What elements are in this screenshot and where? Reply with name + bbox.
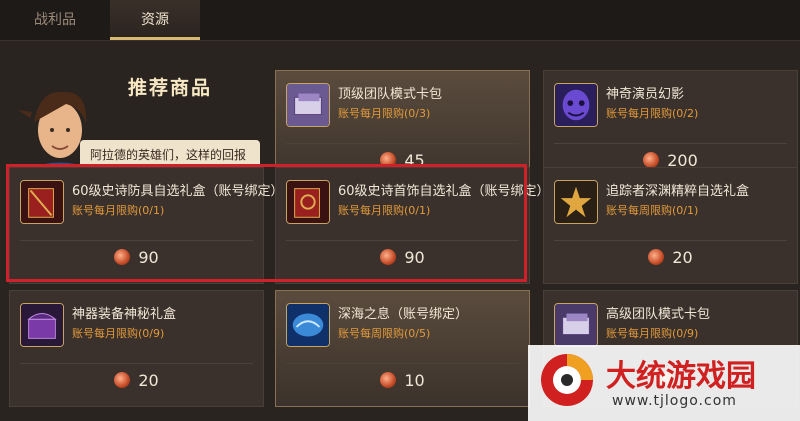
product-card[interactable]: 神器装备神秘礼盒 账号每月限购(0/9) 20 (9, 290, 264, 407)
watermark-title: 大统游戏园 (606, 359, 756, 394)
jewelry-giftbox-icon (286, 180, 330, 224)
divider (20, 363, 253, 364)
price-value: 90 (404, 248, 425, 267)
product-name: 顶级团队模式卡包 (338, 87, 443, 102)
card-pack-icon (554, 303, 598, 347)
purchase-limit: 账号每月限购(0/1) (72, 204, 165, 217)
product-card[interactable]: 60级史诗首饰自选礼盒（账号绑定） 账号每月限购(0/1) 90 (275, 167, 550, 284)
product-name: 60级史诗首饰自选礼盒（账号绑定） (338, 184, 550, 199)
tab-resources[interactable]: 资源 (110, 0, 200, 40)
product-name: 神器装备神秘礼盒 (72, 307, 177, 322)
price-value: 10 (404, 371, 425, 390)
divider (20, 240, 253, 241)
price: 20 (544, 248, 797, 278)
product-card[interactable]: 深海之息（账号绑定） 账号每周限购(0/5) 10 (275, 290, 530, 407)
price: 10 (276, 371, 529, 401)
purchase-limit: 账号每月限购(0/2) (606, 107, 699, 120)
armor-giftbox-icon (20, 180, 64, 224)
phantom-mask-icon (554, 83, 598, 127)
card-pack-icon (286, 83, 330, 127)
coin-icon (380, 152, 397, 168)
price-value: 90 (138, 248, 159, 267)
coin-icon (380, 249, 397, 265)
coin-icon (114, 249, 131, 265)
site-watermark: 大统游戏园 www.tjlogo.com (528, 345, 800, 421)
divider (286, 143, 519, 144)
coin-icon (114, 372, 131, 388)
price: 90 (10, 248, 263, 278)
purchase-limit: 账号每月限购(0/1) (338, 204, 431, 217)
coin-icon (643, 152, 660, 168)
purchase-limit: 账号每周限购(0/5) (338, 327, 431, 340)
mystery-chest-icon (20, 303, 64, 347)
divider (554, 240, 787, 241)
product-name: 神奇演员幻影 (606, 87, 685, 102)
product-name: 深海之息（账号绑定） (338, 307, 469, 322)
price-value: 20 (138, 371, 159, 390)
recommend-panel: 推荐商品 阿拉德的英雄们，这样的回报还满意吗？ (0, 40, 265, 210)
tab-bar: 战利品 资源 (0, 0, 800, 41)
abyss-essence-icon (554, 180, 598, 224)
price: 20 (10, 371, 263, 401)
product-name: 高级团队模式卡包 (606, 307, 711, 322)
coin-icon (648, 249, 665, 265)
tab-loot[interactable]: 战利品 (0, 0, 110, 40)
product-name: 60级史诗防具自选礼盒（账号绑定） (72, 184, 284, 199)
deep-sea-ticket-icon (286, 303, 330, 347)
purchase-limit: 账号每月限购(0/9) (72, 327, 165, 340)
purchase-limit: 账号每月限购(0/9) (606, 327, 699, 340)
price-value: 20 (672, 248, 693, 267)
divider (554, 143, 787, 144)
purchase-limit: 账号每周限购(0/1) (606, 204, 699, 217)
product-name: 追踪者深渊精粹自选礼盒 (606, 184, 750, 199)
product-card[interactable]: 60级史诗防具自选礼盒（账号绑定） 账号每月限购(0/1) 90 (9, 167, 284, 284)
divider (286, 240, 519, 241)
divider (286, 363, 519, 364)
price: 90 (276, 248, 529, 278)
recommend-banner: 推荐商品 (127, 77, 212, 99)
purchase-limit: 账号每月限购(0/3) (338, 107, 431, 120)
product-card[interactable]: 追踪者深渊精粹自选礼盒 账号每周限购(0/1) 20 (543, 167, 798, 284)
watermark-url: www.tjlogo.com (612, 393, 737, 409)
coin-icon (380, 372, 397, 388)
site-logo-icon (541, 354, 593, 406)
